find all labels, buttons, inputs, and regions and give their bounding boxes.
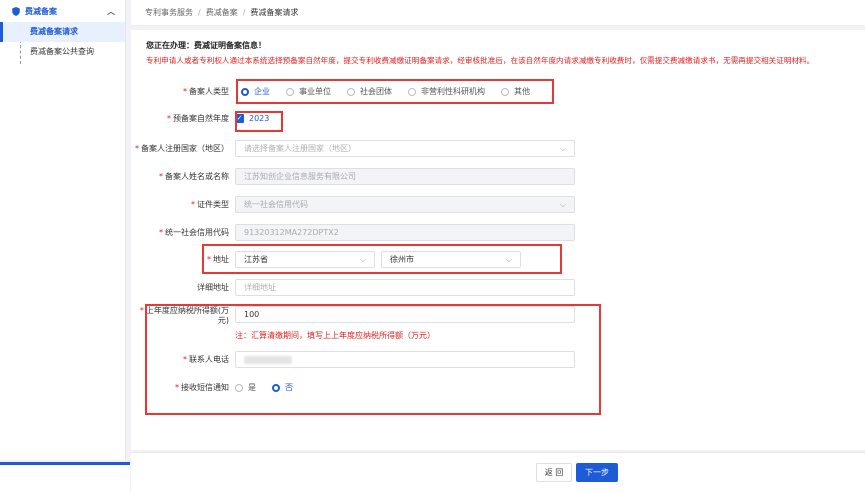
tax-value: 100 [244,310,260,319]
sidebar-footer [0,465,130,493]
country-row: * 备案人注册国家（地区） 请选择备案人注册国家（地区） ⌵ [131,140,575,157]
shield-icon [12,6,20,16]
credit-code-value: 91320312MA272DPTX2 [244,228,339,237]
radio-enterprise[interactable]: 企业 [241,86,270,97]
notice-title: 您正在办理：费减证明备案信息！ [146,41,266,50]
sidebar-item-label: 费减备案请求 [30,27,78,36]
filer-type-radios: 企业 事业单位 社会团体 非营利性科研机构 其他 [241,86,546,97]
year-row: * 预备案自然年度 ✓ 2023 [131,113,269,124]
name-label: * 备案人姓名或名称 [159,172,229,181]
country-select[interactable]: 请选择备案人注册国家（地区） ⌵ [235,140,575,157]
credit-code-label: * 统一社会信用代码 [159,228,229,237]
tax-hint: 注：汇算清缴期间，填写上上年度应纳税所得额（万元） [235,331,435,340]
phone-value-redacted [244,355,292,364]
name-row: * 备案人姓名或名称 江苏知创企业信息服务有限公司 [131,168,575,185]
radio-social-group[interactable]: 社会团体 [347,86,392,97]
detail-address-placeholder: 详细地址 [244,283,276,292]
notice-text: 专利申请人或者专利权人通过本系统选择预备案自然年度，提交专利收费减缴证明备案请求… [146,56,815,65]
sidebar: 费减备案 ︿ 费减备案请求 费减备案公共查询 [0,0,126,460]
breadcrumb-separator: / [242,8,246,17]
chevron-down-icon: ⌵ [559,200,566,209]
tax-input[interactable]: 100 [235,306,575,323]
back-button[interactable]: 返 回 [536,463,572,482]
tax-label: * 上年度应纳税所得额(万 元) [139,306,229,325]
year-checkbox[interactable]: ✓ 2023 [235,114,269,123]
name-value: 江苏知创企业信息服务有限公司 [244,172,356,181]
id-type-value: 统一社会信用代码 [244,200,308,209]
detail-address-row: 详细地址 详细地址 [131,279,575,296]
phone-input[interactable] [235,351,575,368]
sms-radios: 是 否 [235,382,309,393]
next-button[interactable]: 下一步 [576,463,618,482]
sidebar-group-label: 费减备案 [25,6,57,16]
chevron-up-icon[interactable]: ︿ [107,6,115,17]
breadcrumb: 专利事务服务 / 费减备案 / 费减备案请求 [131,0,865,26]
year-label: * 预备案自然年度 [167,114,229,123]
sidebar-item-label: 费减备案公共查询 [30,47,94,56]
radio-public-institution[interactable]: 事业单位 [286,86,331,97]
filer-type-row: * 备案人类型 企业 事业单位 社会团体 非营利性科研机构 其他 [131,86,546,97]
radio-nonprofit-research[interactable]: 非营利性科研机构 [408,86,485,97]
phone-row: * 联系人电话 [131,351,575,368]
year-value: 2023 [249,114,270,123]
detail-address-label: 详细地址 [197,283,229,292]
id-type-row: * 证件类型 统一社会信用代码 ⌵ [131,196,575,213]
detail-address-input[interactable]: 详细地址 [235,279,575,296]
id-type-select[interactable]: 统一社会信用代码 ⌵ [235,196,575,213]
province-select[interactable]: 江苏省 ⌵ [235,251,375,268]
sidebar-item-request[interactable]: 费减备案请求 [0,22,125,42]
credit-code-row: * 统一社会信用代码 91320312MA272DPTX2 [131,224,575,241]
address-label: * 地址 [207,255,229,264]
main-content: 专利事务服务 / 费减备案 / 费减备案请求 您正在办理：费减证明备案信息！ 专… [131,0,865,493]
phone-label: * 联系人电话 [183,355,229,364]
tax-row: * 上年度应纳税所得额(万 元) 100 注：汇算清缴期间，填写上上年度应纳税所得… [131,306,575,341]
bottom-action-bar: 返 回 下一步 [131,452,865,493]
sms-label: * 接收短信通知 [175,383,229,392]
chevron-down-icon: ⌵ [359,255,366,264]
radio-sms-yes[interactable]: 是 [235,382,256,393]
credit-code-field[interactable]: 91320312MA272DPTX2 [235,224,575,241]
filer-type-label: * 备案人类型 [183,87,229,96]
breadcrumb-item[interactable]: 专利事务服务 [145,7,193,18]
chevron-down-icon: ⌵ [505,255,512,264]
checkmark-icon: ✓ [235,114,244,123]
country-placeholder: 请选择备案人注册国家（地区） [244,144,356,153]
city-value: 徐州市 [390,255,414,264]
city-select[interactable]: 徐州市 ⌵ [381,251,521,268]
id-type-label: * 证件类型 [191,200,229,209]
province-value: 江苏省 [244,255,268,264]
breadcrumb-current: 费减备案请求 [250,8,299,17]
country-label: * 备案人注册国家（地区） [135,144,229,153]
breadcrumb-item[interactable]: 费减备案 [206,7,238,18]
sms-row: * 接收短信通知 是 否 [131,382,309,393]
chevron-down-icon: ⌵ [559,144,566,153]
sidebar-group-fee-reduction[interactable]: 费减备案 ︿ [0,0,125,22]
radio-sms-no[interactable]: 否 [272,382,293,393]
radio-other[interactable]: 其他 [501,86,530,97]
sidebar-item-public-query[interactable]: 费减备案公共查询 [0,42,125,62]
name-field[interactable]: 江苏知创企业信息服务有限公司 [235,168,575,185]
form-panel: 您正在办理：费减证明备案信息！ 专利申请人或者专利权人通过本系统选择预备案自然年… [131,30,865,450]
breadcrumb-separator: / [198,8,201,17]
address-row: * 地址 江苏省 ⌵ 徐州市 ⌵ [131,251,521,268]
